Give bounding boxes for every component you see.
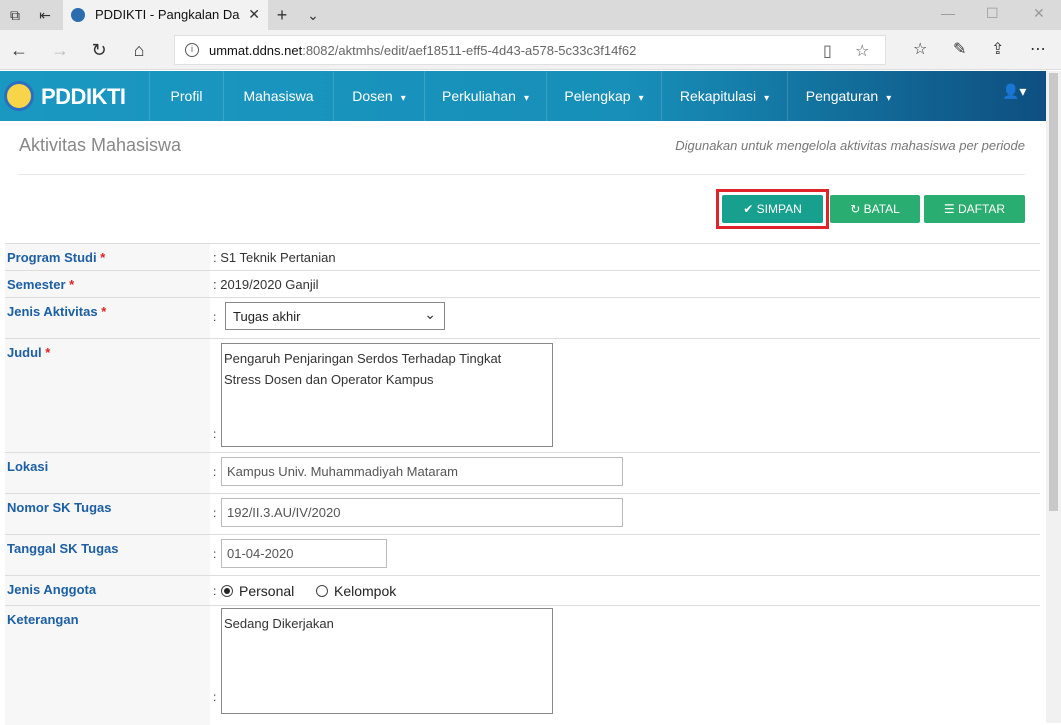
row-jenis-aktivitas: Jenis Aktivitas * : Tugas akhir ⌄ <box>5 297 1040 338</box>
row-tanggal-sk: Tanggal SK Tugas : 01-04-2020 <box>5 534 1040 575</box>
value-program-studi: : S1 Teknik Pertanian <box>213 250 336 265</box>
set-aside-tabs-icon[interactable]: ⇤ <box>36 6 54 24</box>
url-text: ummat.ddns.net:8082/aktmhs/edit/aef18511… <box>209 43 637 58</box>
web-notes-icon[interactable]: ✎ <box>953 39 966 59</box>
scrollbar-thumb[interactable] <box>1049 73 1058 511</box>
row-keterangan: Keterangan : Sedang Dikerjakan <box>5 605 1040 725</box>
page-scrollbar[interactable] <box>1046 71 1061 723</box>
chevron-down-icon: ▾ <box>886 93 892 104</box>
nav-mahasiswa[interactable]: Mahasiswa <box>223 71 333 121</box>
more-options-icon[interactable]: ⋯ <box>1030 39 1046 59</box>
colon: : <box>213 690 217 704</box>
radio-kelompok[interactable]: Kelompok <box>316 583 396 599</box>
judul-textarea[interactable]: Pengaruh Penjaringan Serdos Terhadap Tin… <box>221 343 553 447</box>
close-window-icon[interactable]: ✕ <box>1033 5 1045 22</box>
cancel-button[interactable]: ↻ BATAL <box>830 195 920 223</box>
row-program-studi: Program Studi * : S1 Teknik Pertanian <box>5 243 1040 270</box>
chevron-down-icon: ▾ <box>764 93 770 104</box>
tab-title: PDDIKTI - Pangkalan Da <box>95 7 240 22</box>
app-logo-text[interactable]: PDDIKTI <box>41 84 126 110</box>
tanggal-sk-input[interactable]: 01-04-2020 <box>221 539 387 568</box>
share-icon[interactable]: ⇪ <box>991 39 1004 59</box>
row-semester: Semester * : 2019/2020 Ganjil <box>5 270 1040 297</box>
site-favicon-icon <box>71 8 85 22</box>
row-lokasi: Lokasi : Kampus Univ. Muhammadiyah Matar… <box>5 452 1040 493</box>
chevron-down-icon: ▾ <box>400 93 406 104</box>
radio-personal[interactable]: Personal <box>221 583 294 599</box>
label-program-studi: Program Studi * <box>5 244 210 270</box>
label-jenis-anggota: Jenis Anggota <box>5 576 210 605</box>
close-tab-icon[interactable]: ✕ <box>248 6 260 23</box>
label-semester: Semester * <box>5 271 210 297</box>
judul-line-1: Pengaruh Penjaringan Serdos Terhadap Tin… <box>224 351 502 366</box>
favorites-hub-icon[interactable]: ☆ <box>913 39 927 59</box>
label-tanggal-sk: Tanggal SK Tugas <box>5 535 210 575</box>
url-field[interactable]: i ummat.ddns.net:8082/aktmhs/edit/aef185… <box>174 35 886 65</box>
label-judul: Judul * <box>5 339 210 452</box>
colon: : <box>213 547 217 561</box>
row-nomor-sk: Nomor SK Tugas : 192/II.3.AU/IV/2020 <box>5 493 1040 534</box>
row-judul: Judul * : Pengaruh Penjaringan Serdos Te… <box>5 338 1040 452</box>
colon: : <box>213 310 217 324</box>
browser-tab-active[interactable]: PDDIKTI - Pangkalan Da ✕ <box>63 0 268 30</box>
page-title: Aktivitas Mahasiswa <box>19 135 182 155</box>
chevron-down-icon: ▾ <box>638 93 644 104</box>
nav-pengaturan[interactable]: Pengaturan ▾ <box>787 71 909 121</box>
site-info-icon[interactable]: i <box>185 43 199 57</box>
refresh-icon[interactable]: ↻ <box>88 39 110 61</box>
keterangan-textarea[interactable]: Sedang Dikerjakan <box>221 608 553 714</box>
row-jenis-anggota: Jenis Anggota : Personal Kelompok <box>5 575 1040 605</box>
lokasi-input[interactable]: Kampus Univ. Muhammadiyah Mataram <box>221 457 623 486</box>
label-lokasi: Lokasi <box>5 453 210 493</box>
nav-perkuliahan[interactable]: Perkuliahan ▾ <box>424 71 546 121</box>
nomor-sk-input[interactable]: 192/II.3.AU/IV/2020 <box>221 498 623 527</box>
value-semester: : 2019/2020 Ganjil <box>213 277 319 292</box>
save-button[interactable]: ✔ SIMPAN <box>722 195 823 223</box>
browser-tabstrip: ⧉ ⇤ PDDIKTI - Pangkalan Da ✕ + ⌄ — ☐ ✕ <box>0 0 1061 30</box>
tab-actions-icon[interactable]: ⧉ <box>6 6 24 24</box>
app-navbar: PDDIKTI Profil Mahasiswa Dosen ▾ Perkulia… <box>0 71 1046 121</box>
pddikti-logo-icon <box>4 81 34 111</box>
tab-list-chevron-icon[interactable]: ⌄ <box>304 6 322 24</box>
divider <box>18 174 1025 175</box>
colon: : <box>213 506 217 520</box>
new-tab-icon[interactable]: + <box>273 6 291 24</box>
radio-checked-icon <box>221 585 233 597</box>
nav-profil[interactable]: Profil <box>149 71 223 121</box>
colon: : <box>213 465 217 479</box>
page-description: Digunakan untuk mengelola aktivitas maha… <box>675 138 1025 153</box>
minimize-icon[interactable]: — <box>941 5 955 21</box>
judul-line-2: Stress Dosen dan Operator Kampus <box>224 372 434 387</box>
activity-form: Program Studi * : S1 Teknik Pertanian Se… <box>5 243 1040 725</box>
reading-view-icon[interactable]: ▯ <box>823 41 832 61</box>
colon: : <box>213 427 217 441</box>
home-icon[interactable]: ⌂ <box>128 39 150 61</box>
user-menu-icon[interactable]: 👤▾ <box>1002 83 1026 100</box>
radio-unchecked-icon <box>316 585 328 597</box>
colon: : <box>213 584 217 598</box>
chevron-down-icon: ⌄ <box>424 306 436 322</box>
nav-pelengkap[interactable]: Pelengkap ▾ <box>546 71 661 121</box>
label-nomor-sk: Nomor SK Tugas <box>5 494 210 534</box>
nav-rekapitulasi[interactable]: Rekapitulasi ▾ <box>661 71 787 121</box>
forward-icon[interactable]: → <box>49 39 71 61</box>
back-icon[interactable]: ← <box>8 39 30 61</box>
jenis-aktivitas-select[interactable]: Tugas akhir ⌄ <box>225 302 445 330</box>
keterangan-text: Sedang Dikerjakan <box>224 616 334 631</box>
favorite-star-icon[interactable]: ☆ <box>855 41 869 61</box>
list-button[interactable]: ☰ DAFTAR <box>924 195 1025 223</box>
chevron-down-icon: ▾ <box>523 93 529 104</box>
nav-dosen[interactable]: Dosen ▾ <box>333 71 424 121</box>
browser-address-bar: ← → ↻ ⌂ i ummat.ddns.net:8082/aktmhs/edi… <box>0 30 1061 70</box>
label-keterangan: Keterangan <box>5 606 210 725</box>
maximize-icon[interactable]: ☐ <box>986 5 999 22</box>
label-jenis-aktivitas: Jenis Aktivitas * <box>5 298 210 338</box>
